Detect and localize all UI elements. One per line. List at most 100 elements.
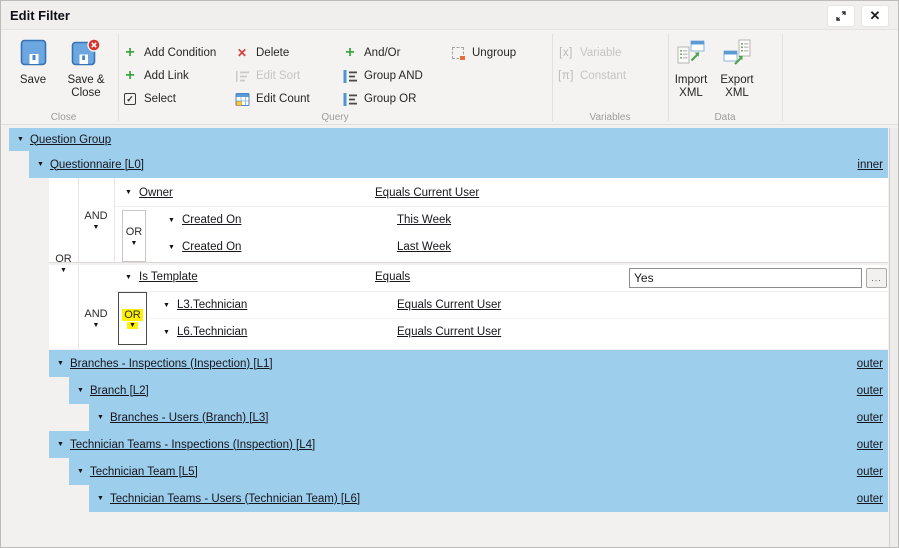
- condition-field-link[interactable]: L3.Technician: [177, 299, 247, 311]
- condition-value-link[interactable]: This Week: [397, 214, 451, 226]
- expander-icon[interactable]: ▼: [17, 136, 24, 143]
- plus-icon: +: [122, 68, 138, 84]
- scrollbar-gutter[interactable]: [889, 128, 899, 548]
- join-type-link[interactable]: outer: [857, 439, 883, 451]
- field-expander-icon[interactable]: ▼: [163, 329, 170, 336]
- tree-row-link-l5[interactable]: ▼ Technician Team [L5] outer: [69, 458, 888, 485]
- import-xml-label-line2: XML: [679, 87, 703, 100]
- condition-field-link[interactable]: L6.Technician: [177, 326, 247, 338]
- ungroup-button[interactable]: Ungroup: [450, 44, 516, 62]
- plus-icon: +: [122, 45, 138, 61]
- group1-sub-operator-dropdown[interactable]: OR ▼: [122, 210, 146, 262]
- constant-button: [π] Constant: [558, 67, 626, 85]
- group2-operator-dropdown[interactable]: AND ▼: [78, 292, 114, 344]
- group-divider-gap: [49, 263, 888, 265]
- join-type-link[interactable]: outer: [857, 466, 883, 478]
- dialog-title: Edit Filter: [10, 8, 70, 23]
- export-xml-button[interactable]: Export XML: [713, 39, 761, 100]
- tree-row-link-l3[interactable]: ▼ Branches - Users (Branch) [L3] outer: [89, 404, 888, 431]
- save-and-close-button[interactable]: Save & Close: [59, 39, 113, 100]
- add-condition-button[interactable]: + Add Condition: [122, 44, 216, 62]
- chevron-down-icon: ▼: [60, 267, 67, 274]
- tree-row-link-l6[interactable]: ▼ Technician Teams - Users (Technician T…: [89, 485, 888, 512]
- add-link-button[interactable]: + Add Link: [122, 67, 189, 85]
- close-button[interactable]: ✕: [861, 5, 889, 27]
- save-and-close-label-line2: Close: [71, 87, 100, 100]
- field-expander-icon[interactable]: ▼: [125, 274, 132, 281]
- tree-row-link-l2[interactable]: ▼ Branch [L2] outer: [69, 377, 888, 404]
- group2-sub-operator-dropdown-selected[interactable]: OR ▼: [118, 292, 147, 345]
- expander-icon[interactable]: ▼: [77, 468, 84, 475]
- expander-icon[interactable]: ▼: [57, 360, 64, 367]
- link-entity-link[interactable]: Technician Teams - Inspections (Inspecti…: [70, 439, 315, 451]
- close-icon: ✕: [870, 8, 881, 24]
- group-lines-icon: [342, 68, 358, 84]
- group-and-button[interactable]: Group AND: [342, 67, 423, 85]
- template-value-browse-button[interactable]: ...: [866, 268, 887, 288]
- save-button[interactable]: Save: [9, 39, 57, 87]
- question-group-link[interactable]: Question Group: [30, 134, 111, 146]
- root-operator-dropdown[interactable]: OR ▼: [49, 178, 78, 349]
- edit-count-button[interactable]: Edit Count: [234, 90, 310, 108]
- expander-icon[interactable]: ▼: [57, 441, 64, 448]
- ribbon-separator: [118, 34, 119, 121]
- group-or-button[interactable]: Group OR: [342, 90, 416, 108]
- condition-field-link[interactable]: Created On: [182, 241, 241, 253]
- save-label: Save: [20, 74, 46, 87]
- condition-operator-link[interactable]: Equals: [375, 271, 410, 283]
- constant-icon: [π]: [558, 68, 574, 84]
- condition-field-link[interactable]: Owner: [139, 187, 173, 199]
- tree-row-link-l1[interactable]: ▼ Branches - Inspections (Inspection) [L…: [49, 350, 888, 377]
- import-xml-button[interactable]: Import XML: [667, 39, 715, 100]
- delete-icon: ✕: [234, 45, 250, 61]
- link-entity-link[interactable]: Technician Teams - Users (Technician Tea…: [110, 493, 360, 505]
- ellipsis-icon: ...: [871, 273, 882, 283]
- join-type-link[interactable]: outer: [857, 385, 883, 397]
- expander-icon[interactable]: ▼: [77, 387, 84, 394]
- field-expander-icon[interactable]: ▼: [163, 302, 170, 309]
- condition-field-link[interactable]: Created On: [182, 214, 241, 226]
- link-entity-link[interactable]: Technician Team [L5]: [90, 466, 198, 478]
- field-expander-icon[interactable]: ▼: [168, 217, 175, 224]
- template-value-input[interactable]: [629, 268, 862, 288]
- variable-button: [x] Variable: [558, 44, 621, 62]
- join-type-link[interactable]: outer: [857, 358, 883, 370]
- link-entity-link[interactable]: Branch [L2]: [90, 385, 149, 397]
- expander-icon[interactable]: ▼: [97, 414, 104, 421]
- export-xml-label-line1: Export: [720, 74, 753, 87]
- ribbon-separator: [782, 34, 783, 121]
- link-entity-link[interactable]: Branches - Users (Branch) [L3]: [110, 412, 269, 424]
- field-expander-icon[interactable]: ▼: [125, 189, 132, 196]
- import-xml-label-line1: Import: [675, 74, 708, 87]
- expander-icon[interactable]: ▼: [37, 161, 44, 168]
- group-lines-icon: [342, 91, 358, 107]
- tree-row-questionnaire[interactable]: ▼ Questionnaire [L0] inner: [29, 151, 888, 178]
- save-and-close-label-line1: Save &: [67, 74, 104, 87]
- link-entity-link[interactable]: Branches - Inspections (Inspection) [L1]: [70, 358, 273, 370]
- checkbox-icon: ✓: [122, 91, 138, 107]
- panel-divider: [114, 178, 115, 262]
- save-icon: [20, 39, 47, 71]
- expander-icon[interactable]: ▼: [97, 495, 104, 502]
- select-button[interactable]: ✓ Select: [122, 90, 176, 108]
- condition-field-link[interactable]: Is Template: [139, 271, 198, 283]
- and-or-button[interactable]: + And/Or: [342, 44, 400, 62]
- group1-operator-dropdown[interactable]: AND ▼: [78, 178, 114, 262]
- maximize-button[interactable]: [827, 5, 855, 27]
- tree-row-question-group[interactable]: ▼ Question Group: [9, 128, 888, 151]
- chevron-down-icon: ▼: [93, 322, 100, 329]
- join-type-link[interactable]: outer: [857, 493, 883, 505]
- condition-value-link[interactable]: Equals Current User: [375, 187, 479, 199]
- condition-value-link[interactable]: Equals Current User: [397, 299, 501, 311]
- chevron-down-icon: ▼: [131, 240, 138, 247]
- condition-value-link[interactable]: Last Week: [397, 241, 451, 253]
- export-xml-label-line2: XML: [725, 87, 749, 100]
- tree-row-link-l4[interactable]: ▼ Technician Teams - Inspections (Inspec…: [49, 431, 888, 458]
- join-type-link[interactable]: inner: [857, 159, 883, 171]
- questionnaire-link[interactable]: Questionnaire [L0]: [50, 159, 144, 171]
- delete-button[interactable]: ✕ Delete: [234, 44, 289, 62]
- join-type-link[interactable]: outer: [857, 412, 883, 424]
- field-expander-icon[interactable]: ▼: [168, 244, 175, 251]
- plus-icon: +: [342, 45, 358, 61]
- condition-value-link[interactable]: Equals Current User: [397, 326, 501, 338]
